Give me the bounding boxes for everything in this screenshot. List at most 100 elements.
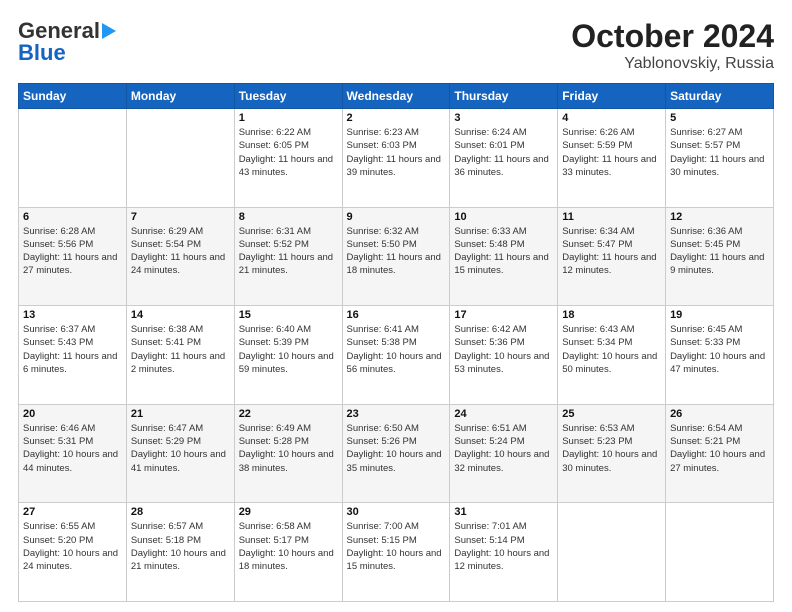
day-number: 14 [131, 309, 230, 321]
day-number: 29 [239, 506, 338, 518]
calendar-day-cell: 30 Sunrise: 7:00 AMSunset: 5:15 PMDayligh… [342, 503, 450, 602]
day-number: 25 [562, 408, 661, 420]
calendar-day-cell: 11 Sunrise: 6:34 AMSunset: 5:47 PMDayligh… [558, 207, 666, 306]
day-info: Sunrise: 6:53 AMSunset: 5:23 PMDaylight:… [562, 422, 661, 475]
day-info: Sunrise: 6:29 AMSunset: 5:54 PMDaylight:… [131, 225, 230, 278]
calendar-day-cell: 5 Sunrise: 6:27 AMSunset: 5:57 PMDaylight… [666, 109, 774, 208]
day-info: Sunrise: 6:37 AMSunset: 5:43 PMDaylight:… [23, 323, 122, 376]
day-number: 8 [239, 211, 338, 223]
calendar-day-cell: 23Sunrise: 6:50 AMSunset: 5:26 PMDayligh… [342, 404, 450, 503]
calendar-day-cell: 4 Sunrise: 6:26 AMSunset: 5:59 PMDaylight… [558, 109, 666, 208]
calendar-day-cell [558, 503, 666, 602]
weekday-header-row: SundayMondayTuesdayWednesdayThursdayFrid… [19, 84, 774, 109]
day-number: 21 [131, 408, 230, 420]
day-number: 30 [347, 506, 446, 518]
day-info: Sunrise: 6:26 AMSunset: 5:59 PMDaylight:… [562, 126, 661, 179]
header: General Blue October 2024 Yablonovskiy, … [18, 18, 774, 73]
day-info: Sunrise: 6:46 AMSunset: 5:31 PMDaylight:… [23, 422, 122, 475]
day-info: Sunrise: 6:54 AMSunset: 5:21 PMDaylight:… [670, 422, 769, 475]
weekday-header-saturday: Saturday [666, 84, 774, 109]
calendar-week-row: 6 Sunrise: 6:28 AMSunset: 5:56 PMDaylight… [19, 207, 774, 306]
day-info: Sunrise: 6:57 AMSunset: 5:18 PMDaylight:… [131, 520, 230, 573]
calendar-week-row: 13 Sunrise: 6:37 AMSunset: 5:43 PMDayligh… [19, 306, 774, 405]
day-info: Sunrise: 6:27 AMSunset: 5:57 PMDaylight:… [670, 126, 769, 179]
weekday-header-monday: Monday [126, 84, 234, 109]
calendar-week-row: 20 Sunrise: 6:46 AMSunset: 5:31 PMDayligh… [19, 404, 774, 503]
day-number: 28 [131, 506, 230, 518]
day-number: 27 [23, 506, 122, 518]
day-number: 13 [23, 309, 122, 321]
calendar-table: SundayMondayTuesdayWednesdayThursdayFrid… [18, 83, 774, 602]
weekday-header-thursday: Thursday [450, 84, 558, 109]
day-info: Sunrise: 6:51 AMSunset: 5:24 PMDaylight:… [454, 422, 553, 475]
day-info: Sunrise: 6:31 AMSunset: 5:52 PMDaylight:… [239, 225, 338, 278]
calendar-day-cell: 2 Sunrise: 6:23 AMSunset: 6:03 PMDaylight… [342, 109, 450, 208]
calendar-day-cell: 10 Sunrise: 6:33 AMSunset: 5:48 PMDayligh… [450, 207, 558, 306]
day-info: Sunrise: 6:36 AMSunset: 5:45 PMDaylight:… [670, 225, 769, 278]
calendar-day-cell: 14Sunrise: 6:38 AMSunset: 5:41 PMDayligh… [126, 306, 234, 405]
day-number: 10 [454, 211, 553, 223]
day-info: Sunrise: 6:55 AMSunset: 5:20 PMDaylight:… [23, 520, 122, 573]
page: General Blue October 2024 Yablonovskiy, … [0, 0, 792, 612]
calendar-day-cell: 21 Sunrise: 6:47 AMSunset: 5:29 PMDayligh… [126, 404, 234, 503]
calendar-day-cell: 29Sunrise: 6:58 AMSunset: 5:17 PMDayligh… [234, 503, 342, 602]
calendar-day-cell: 12 Sunrise: 6:36 AMSunset: 5:45 PMDayligh… [666, 207, 774, 306]
day-info: Sunrise: 6:49 AMSunset: 5:28 PMDaylight:… [239, 422, 338, 475]
calendar-day-cell: 24 Sunrise: 6:51 AMSunset: 5:24 PMDayligh… [450, 404, 558, 503]
day-number: 5 [670, 112, 769, 124]
day-number: 19 [670, 309, 769, 321]
calendar-day-cell: 6 Sunrise: 6:28 AMSunset: 5:56 PMDaylight… [19, 207, 127, 306]
calendar-day-cell: 9 Sunrise: 6:32 AMSunset: 5:50 PMDaylight… [342, 207, 450, 306]
day-number: 26 [670, 408, 769, 420]
day-number: 11 [562, 211, 661, 223]
day-info: Sunrise: 6:33 AMSunset: 5:48 PMDaylight:… [454, 225, 553, 278]
title-block: October 2024 Yablonovskiy, Russia [571, 18, 774, 73]
day-number: 1 [239, 112, 338, 124]
weekday-header-wednesday: Wednesday [342, 84, 450, 109]
calendar-day-cell: 22 Sunrise: 6:49 AMSunset: 5:28 PMDayligh… [234, 404, 342, 503]
calendar-day-cell [666, 503, 774, 602]
day-info: Sunrise: 6:40 AMSunset: 5:39 PMDaylight:… [239, 323, 338, 376]
day-info: Sunrise: 6:45 AMSunset: 5:33 PMDaylight:… [670, 323, 769, 376]
calendar-day-cell: 25 Sunrise: 6:53 AMSunset: 5:23 PMDayligh… [558, 404, 666, 503]
calendar-day-cell [126, 109, 234, 208]
day-number: 6 [23, 211, 122, 223]
calendar-day-cell: 28 Sunrise: 6:57 AMSunset: 5:18 PMDayligh… [126, 503, 234, 602]
day-number: 18 [562, 309, 661, 321]
day-info: Sunrise: 7:00 AMSunset: 5:15 PMDaylight:… [347, 520, 446, 573]
calendar-day-cell: 13 Sunrise: 6:37 AMSunset: 5:43 PMDayligh… [19, 306, 127, 405]
day-number: 22 [239, 408, 338, 420]
day-number: 24 [454, 408, 553, 420]
day-number: 7 [131, 211, 230, 223]
day-number: 9 [347, 211, 446, 223]
day-info: Sunrise: 6:32 AMSunset: 5:50 PMDaylight:… [347, 225, 446, 278]
day-info: Sunrise: 6:28 AMSunset: 5:56 PMDaylight:… [23, 225, 122, 278]
day-info: Sunrise: 6:22 AMSunset: 6:05 PMDaylight:… [239, 126, 338, 179]
logo-blue: Blue [18, 40, 66, 66]
calendar-week-row: 1 Sunrise: 6:22 AMSunset: 6:05 PMDaylight… [19, 109, 774, 208]
calendar-day-cell: 17Sunrise: 6:42 AMSunset: 5:36 PMDayligh… [450, 306, 558, 405]
day-number: 20 [23, 408, 122, 420]
day-info: Sunrise: 6:41 AMSunset: 5:38 PMDaylight:… [347, 323, 446, 376]
calendar-day-cell: 8 Sunrise: 6:31 AMSunset: 5:52 PMDaylight… [234, 207, 342, 306]
day-number: 2 [347, 112, 446, 124]
month-title: October 2024 [571, 18, 774, 55]
day-info: Sunrise: 6:34 AMSunset: 5:47 PMDaylight:… [562, 225, 661, 278]
day-info: Sunrise: 6:47 AMSunset: 5:29 PMDaylight:… [131, 422, 230, 475]
calendar-day-cell: 31Sunrise: 7:01 AMSunset: 5:14 PMDayligh… [450, 503, 558, 602]
day-number: 17 [454, 309, 553, 321]
day-number: 4 [562, 112, 661, 124]
day-info: Sunrise: 6:24 AMSunset: 6:01 PMDaylight:… [454, 126, 553, 179]
calendar-day-cell: 3Sunrise: 6:24 AMSunset: 6:01 PMDaylight… [450, 109, 558, 208]
calendar-day-cell: 26 Sunrise: 6:54 AMSunset: 5:21 PMDayligh… [666, 404, 774, 503]
day-info: Sunrise: 6:23 AMSunset: 6:03 PMDaylight:… [347, 126, 446, 179]
day-number: 16 [347, 309, 446, 321]
day-number: 15 [239, 309, 338, 321]
day-number: 12 [670, 211, 769, 223]
logo: General Blue [18, 18, 116, 66]
calendar-day-cell: 19 Sunrise: 6:45 AMSunset: 5:33 PMDayligh… [666, 306, 774, 405]
calendar-day-cell: 7 Sunrise: 6:29 AMSunset: 5:54 PMDaylight… [126, 207, 234, 306]
weekday-header-tuesday: Tuesday [234, 84, 342, 109]
calendar-day-cell: 16 Sunrise: 6:41 AMSunset: 5:38 PMDayligh… [342, 306, 450, 405]
weekday-header-sunday: Sunday [19, 84, 127, 109]
